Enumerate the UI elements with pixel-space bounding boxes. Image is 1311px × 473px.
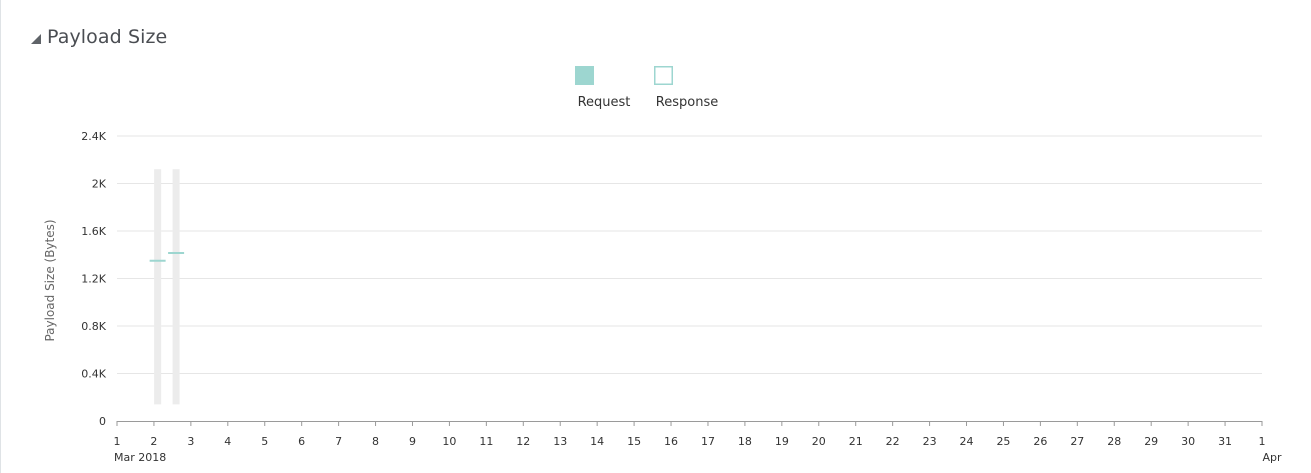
x-tick-label: 10 [442, 435, 456, 448]
payload-size-panel: Payload Size Request Response 0 0.4K 0.8K 1.… [0, 0, 1311, 473]
x-tick-label: 29 [1144, 435, 1158, 448]
x-tick-label: 19 [775, 435, 789, 448]
legend-swatch-response [654, 66, 673, 85]
x-tick-label: 8 [372, 435, 379, 448]
x-tick-label: 17 [701, 435, 715, 448]
y-tick-label: 2K [92, 178, 107, 191]
chart-grid [117, 135, 1262, 374]
x-tick-label: 20 [812, 435, 826, 448]
x-tick-label: 3 [187, 435, 194, 448]
y-tick-label: 2.4K [81, 130, 106, 143]
x-tick-label: 18 [738, 435, 752, 448]
legend-swatch-request [575, 66, 594, 85]
x-tick-label: 9 [409, 435, 416, 448]
x-tick-label: 24 [960, 435, 974, 448]
x-tick-label: 15 [627, 435, 641, 448]
x-tick-label: 4 [224, 435, 231, 448]
x-tick-label: 11 [479, 435, 493, 448]
x-tick-label: 2 [150, 435, 157, 448]
x-tick-label: 26 [1033, 435, 1047, 448]
y-axis: 0 0.4K 0.8K 1.2K 1.6K 2K 2.4K Payload Size (Byt… [43, 130, 107, 428]
x-tick-label: 7 [335, 435, 342, 448]
x-tick-label: 21 [849, 435, 863, 448]
y-axis-title: Payload Size (Bytes) [43, 219, 57, 341]
chart-marks [149, 169, 185, 405]
x-tick-label: 23 [923, 435, 937, 448]
x-tick-label: 16 [664, 435, 678, 448]
x-tick-label: 27 [1070, 435, 1084, 448]
x-axis: 1 2 3 4 5 6 7 8 9 10 11 12 13 14 15 16 17 18 19 20 21 22 23 24 2… [114, 421, 1282, 464]
x-tick-label: 12 [516, 435, 530, 448]
x-tick-label: 5 [261, 435, 268, 448]
y-tick-label: 0.4K [81, 368, 106, 381]
x-tick-label: 1 [1259, 435, 1266, 448]
x-tick-label: 31 [1218, 435, 1232, 448]
y-tick-label: 0 [99, 415, 106, 428]
x-tick-label: 25 [996, 435, 1010, 448]
x-tick-label: 30 [1181, 435, 1195, 448]
x-tick-label: 6 [298, 435, 305, 448]
chart-legend: Request Response [575, 66, 718, 110]
x-tick-label: 22 [886, 435, 900, 448]
x-sublabel: Apr [1262, 451, 1282, 464]
range-bar [172, 169, 180, 405]
payload-size-chart: Request Response 0 0.4K 0.8K 1.2K 1.6K 2K 2.4K P… [43, 66, 1282, 464]
y-tick-label: 1.2K [81, 273, 106, 286]
y-tick-label: 0.8K [81, 320, 106, 333]
y-tick-label: 1.6K [81, 225, 106, 238]
legend-label-request: Request [578, 95, 631, 110]
x-tick-label: 1 [114, 435, 121, 448]
x-tick-label: 13 [553, 435, 567, 448]
legend-label-response: Response [656, 95, 718, 110]
range-bar [154, 169, 162, 405]
x-sublabel: Mar 2018 [114, 451, 166, 464]
x-tick-label: 14 [590, 435, 604, 448]
x-tick-label: 28 [1107, 435, 1121, 448]
